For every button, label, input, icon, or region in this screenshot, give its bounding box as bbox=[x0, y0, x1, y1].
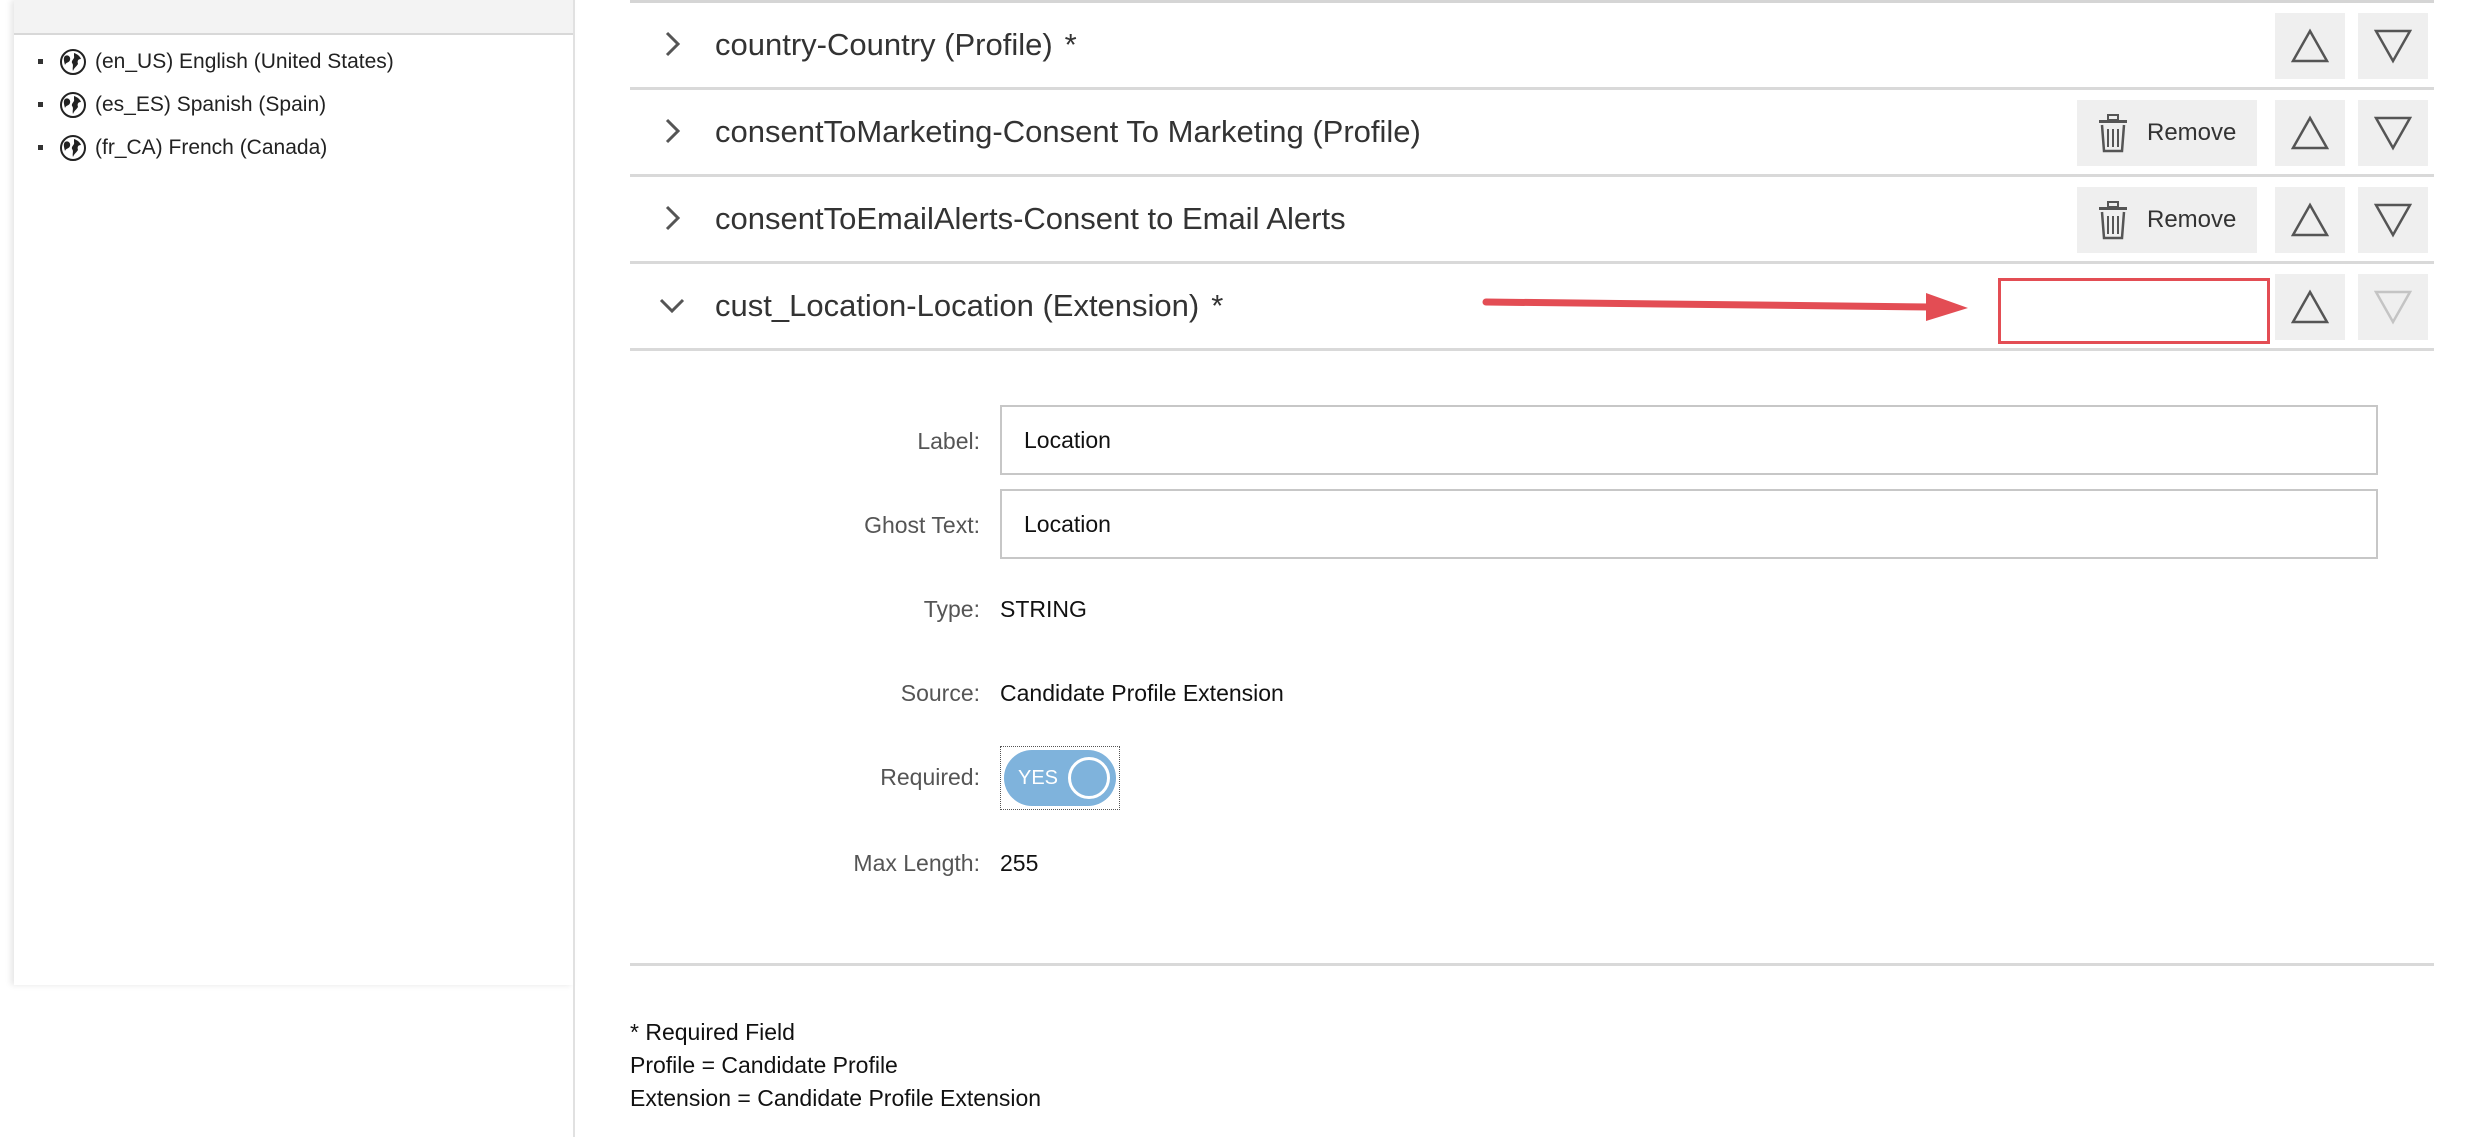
remove-button[interactable]: Remove bbox=[2077, 187, 2257, 253]
field-title[interactable]: country-Country (Profile) * bbox=[715, 3, 1077, 87]
globe-icon bbox=[60, 91, 86, 118]
legend-profile: Profile = Candidate Profile bbox=[630, 1052, 898, 1078]
field-title[interactable]: consentToMarketing-Consent To Marketing … bbox=[715, 90, 1421, 174]
move-down-button[interactable] bbox=[2358, 187, 2428, 253]
language-label: (en_US) English (United States) bbox=[95, 49, 394, 73]
max-length-caption: Max Length: bbox=[853, 850, 980, 876]
language-label: (es_ES) Spanish (Spain) bbox=[95, 92, 327, 116]
max-length-value: 255 bbox=[1000, 850, 1039, 876]
chevron-right-icon[interactable] bbox=[656, 202, 688, 234]
field-title-text: consentToEmailAlerts-Consent to Email Al… bbox=[715, 201, 1346, 236]
panel-divider bbox=[573, 0, 575, 1137]
field-title-text: country-Country (Profile) bbox=[715, 27, 1053, 62]
language-list: (en_US) English (United States) (es_ES) … bbox=[38, 40, 394, 169]
triangle-up-icon bbox=[2291, 115, 2329, 150]
label-input[interactable]: Location bbox=[1000, 405, 2378, 475]
move-up-button[interactable] bbox=[2275, 274, 2345, 340]
legend-required: * Required Field bbox=[630, 1019, 795, 1045]
triangle-down-icon bbox=[2374, 203, 2412, 238]
field-legend: * Required Field Profile = Candidate Pro… bbox=[630, 1016, 1041, 1115]
move-down-button-disabled bbox=[2358, 274, 2428, 340]
remove-button[interactable]: Remove bbox=[2077, 100, 2257, 166]
chevron-right-icon[interactable] bbox=[656, 115, 688, 147]
detail-bottom-border bbox=[630, 963, 2434, 966]
legend-extension: Extension = Candidate Profile Extension bbox=[630, 1085, 1042, 1111]
bullet bbox=[38, 59, 43, 64]
type-caption: Type: bbox=[923, 596, 980, 622]
triangle-up-icon bbox=[2291, 202, 2329, 237]
bullet bbox=[38, 145, 43, 150]
trash-icon bbox=[2099, 114, 2127, 153]
required-marker: * bbox=[1211, 288, 1224, 323]
triangle-down-icon bbox=[2374, 116, 2412, 151]
move-down-button[interactable] bbox=[2358, 13, 2428, 79]
field-row-consent-to-email-alerts: consentToEmailAlerts-Consent to Email Al… bbox=[630, 177, 2434, 264]
triangle-down-icon bbox=[2374, 29, 2412, 64]
field-title[interactable]: cust_Location-Location (Extension) * bbox=[715, 264, 1223, 348]
field-title[interactable]: consentToEmailAlerts-Consent to Email Al… bbox=[715, 177, 1346, 261]
required-marker: * bbox=[1064, 27, 1077, 62]
field-row-country: country-Country (Profile) * bbox=[630, 3, 2434, 90]
remove-label: Remove bbox=[2147, 206, 2237, 233]
sidebar-header-bar bbox=[14, 0, 573, 35]
move-up-button[interactable] bbox=[2275, 100, 2345, 166]
language-item-fr-ca[interactable]: (fr_CA) French (Canada) bbox=[38, 126, 394, 169]
triangle-up-icon bbox=[2291, 28, 2329, 63]
chevron-right-icon[interactable] bbox=[656, 28, 688, 60]
bullet bbox=[38, 102, 43, 107]
field-title-text: consentToMarketing-Consent To Marketing … bbox=[715, 114, 1421, 149]
label-caption: Label: bbox=[917, 428, 980, 454]
toggle-label: YES bbox=[1018, 767, 1059, 789]
annotation-arrow bbox=[1482, 293, 1968, 321]
chevron-down-icon[interactable] bbox=[656, 289, 688, 321]
annotation-highlight-box bbox=[1998, 278, 2270, 344]
ghost-text-caption: Ghost Text: bbox=[864, 512, 980, 538]
move-up-button[interactable] bbox=[2275, 187, 2345, 253]
language-label: (fr_CA) French (Canada) bbox=[95, 135, 328, 159]
required-caption: Required: bbox=[880, 764, 980, 790]
toggle-knob bbox=[1068, 757, 1110, 799]
move-up-button[interactable] bbox=[2275, 13, 2345, 79]
source-caption: Source: bbox=[900, 680, 980, 706]
type-value: STRING bbox=[1000, 596, 1087, 622]
language-sidebar: (en_US) English (United States) (es_ES) … bbox=[14, 0, 574, 985]
field-row-consent-to-marketing: consentToMarketing-Consent To Marketing … bbox=[630, 90, 2434, 177]
trash-icon bbox=[2099, 201, 2127, 240]
triangle-down-icon bbox=[2374, 290, 2412, 325]
globe-icon bbox=[60, 48, 86, 75]
field-title-text: cust_Location-Location (Extension) bbox=[715, 288, 1200, 323]
language-item-es-es[interactable]: (es_ES) Spanish (Spain) bbox=[38, 83, 394, 126]
globe-icon bbox=[60, 134, 86, 161]
required-toggle[interactable]: YES bbox=[1004, 750, 1116, 806]
triangle-up-icon bbox=[2291, 289, 2329, 324]
required-toggle-focus: YES bbox=[1000, 746, 1120, 810]
language-item-en-us[interactable]: (en_US) English (United States) bbox=[38, 40, 394, 83]
move-down-button[interactable] bbox=[2358, 100, 2428, 166]
remove-label: Remove bbox=[2147, 119, 2237, 146]
ghost-text-input[interactable]: Location bbox=[1000, 489, 2378, 559]
source-value: Candidate Profile Extension bbox=[1000, 680, 1284, 706]
